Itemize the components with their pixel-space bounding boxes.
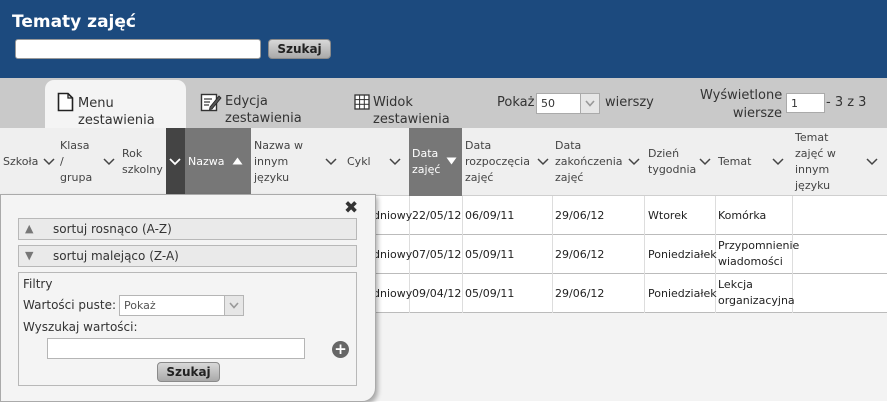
cell-dzien: Wtorek [648,209,688,222]
column-header-rok[interactable]: Rok szkolny [119,128,166,196]
sort-asc-option[interactable]: ▲ sortuj rosnąco (A-Z) [18,218,357,240]
edit-tab-label-1[interactable]: Edycja [225,94,268,110]
displayed-from-input[interactable]: 1 [786,93,825,113]
cell-data-zak: 29/06/12 [555,248,605,261]
empty-values-option: Pokaż [124,299,156,312]
chevron-down-icon[interactable] [169,158,181,166]
displayed-rows-label-1: Wyświetlone [700,88,783,103]
cell-cykl: dniowy [373,248,413,261]
grid-view-icon[interactable] [354,94,370,110]
cell-data-zajec: 22/05/12 [412,209,462,222]
cell-data-zak: 29/06/12 [555,209,605,222]
cell-temat: Komórka [718,209,767,222]
displayed-range: - 3 z 3 [826,95,867,110]
search-input[interactable] [15,39,261,59]
chevron-down-icon[interactable] [389,158,401,166]
chevron-down-icon[interactable] [866,158,878,166]
cell-data-zak: 29/06/12 [555,287,605,300]
empty-values-select[interactable]: Pokaż [119,295,244,316]
column-divider [462,196,463,313]
column-divider [552,196,553,313]
sort-desc-label: sortuj malejąco (Z-A) [53,249,179,263]
page-title: Tematy zajęć [12,12,136,32]
cell-data-rozp: 05/09/11 [465,248,515,261]
cell-cykl: dniowy [373,287,413,300]
cell-dzien: Poniedziałek [648,248,717,261]
cell-temat: Lekcja [718,278,753,291]
cell-data-zajec: 07/05/12 [412,248,462,261]
view-tab-label-2[interactable]: zestawienia [373,112,450,128]
document-icon [57,92,74,112]
chevron-down-icon[interactable] [628,158,640,166]
column-divider [644,196,645,313]
search-values-input[interactable] [47,338,305,359]
menu-tab-label-2: zestawienia [78,113,155,128]
chevron-down-icon[interactable] [43,158,55,166]
view-tab-label-1[interactable]: Widok [373,95,413,111]
search-button[interactable]: Szukaj [268,39,331,59]
arrow-up-icon: ▲ [25,222,34,235]
search-values-label: Wyszukaj wartości: [23,320,138,334]
app-header: Tematy zajęć Szukaj [0,0,887,78]
displayed-rows-label: Wyświetlone wiersze [700,87,782,123]
rows-per-page-value: 50 [541,97,555,110]
rows-per-page-select[interactable]: 50 [536,93,600,114]
edit-tab-label-2[interactable]: zestawienia [225,111,302,127]
chevron-down-icon[interactable] [537,158,549,166]
edit-icon[interactable] [200,92,222,112]
menu-tab-label-1: Menu [78,96,114,111]
close-icon[interactable]: ✖ [344,198,358,218]
filter-search-button[interactable]: Szukaj [157,362,220,382]
chevron-down-icon[interactable] [772,158,784,166]
filters-title: Filtry [23,277,53,291]
show-label: Pokaż [497,95,535,110]
cell-data-rozp: 06/09/11 [465,209,515,222]
sort-desc-icon[interactable] [446,157,457,165]
sort-asc-icon[interactable] [232,157,243,165]
rows-label: wierszy [605,95,654,110]
arrow-down-icon: ▼ [25,249,34,262]
displayed-rows-label-2: wiersze [732,106,782,121]
chevron-down-icon[interactable] [699,158,711,166]
chevron-down-icon[interactable] [103,158,115,166]
chevron-down-icon[interactable] [224,296,243,315]
cell-dzien: Poniedziałek [648,287,717,300]
plus-icon[interactable]: + [332,341,349,358]
cell-temat: organizacyjna [718,294,795,307]
cell-data-zajec: 09/04/12 [412,287,462,300]
chevron-down-icon[interactable] [325,158,337,166]
empty-values-label: Wartości puste: [23,298,117,312]
chevron-down-icon[interactable] [580,94,599,113]
cell-cykl: dniowy [373,209,413,222]
cell-temat: wiadomości [718,255,783,268]
cell-temat: Przypomnienie [718,239,800,252]
cell-data-rozp: 05/09/11 [465,287,515,300]
sort-desc-option[interactable]: ▼ sortuj malejąco (Z-A) [18,245,357,267]
sort-asc-label: sortuj rosnąco (A-Z) [53,222,172,236]
